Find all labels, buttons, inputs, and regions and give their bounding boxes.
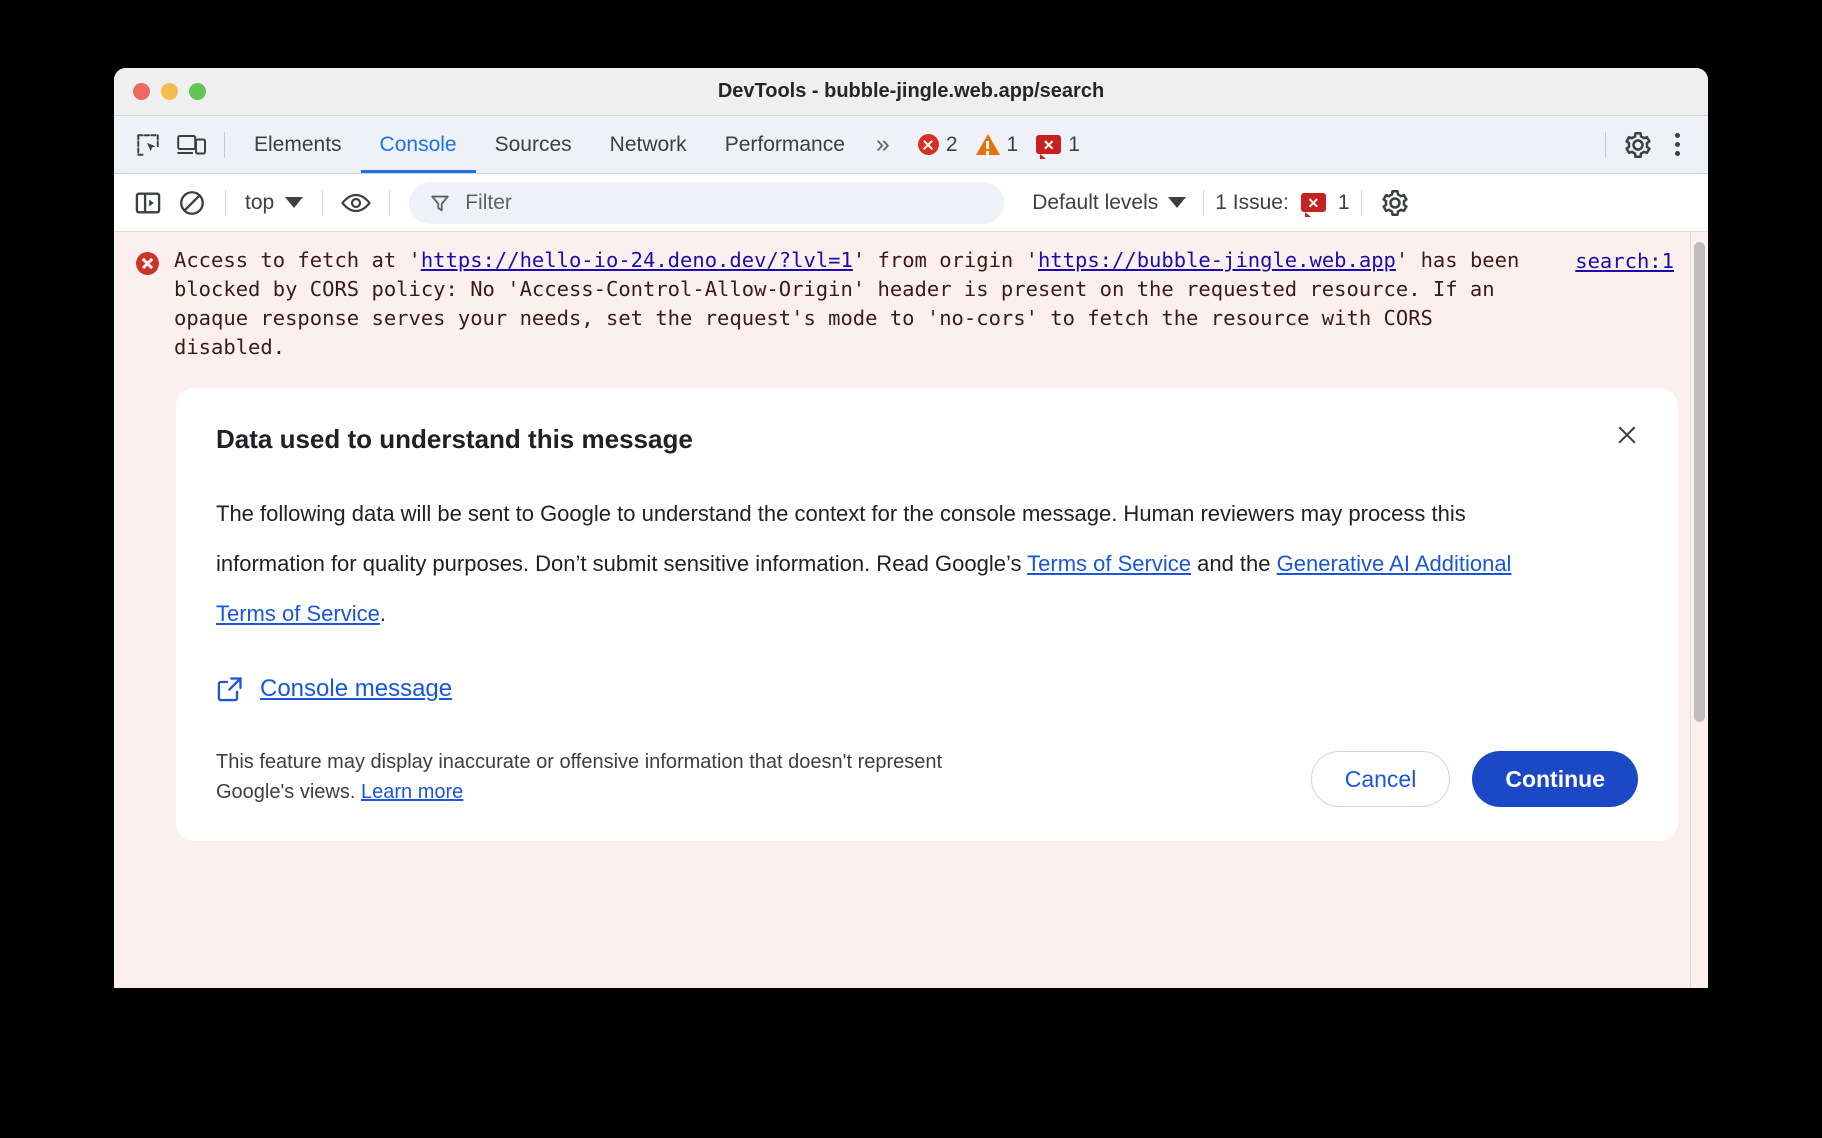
chevron-down-icon (1168, 197, 1186, 208)
dialog-disclaimer: This feature may display inaccurate or o… (216, 747, 1006, 807)
issue-icon: ✕ (1301, 193, 1326, 212)
error-icon (918, 134, 939, 155)
tab-performance[interactable]: Performance (706, 116, 864, 173)
error-count-badge[interactable]: 2 (909, 133, 967, 157)
live-expression-icon[interactable] (334, 183, 378, 223)
execution-context-select[interactable]: top (237, 191, 311, 215)
console-message-part2: ' from origin ' (853, 248, 1038, 272)
dialog-title: Data used to understand this message (216, 424, 1638, 455)
console-message-link-url-2[interactable]: https://bubble-jingle.web.app (1038, 248, 1396, 272)
more-tabs-icon[interactable]: » (864, 130, 899, 159)
clear-console-icon[interactable] (170, 183, 214, 223)
chevron-down-icon (285, 197, 303, 208)
status-badges: 2 1 ✕ 1 (909, 133, 1089, 157)
devtools-tabbar: Elements Console Sources Network Perform… (114, 116, 1708, 174)
tab-console[interactable]: Console (361, 116, 476, 173)
window-titlebar: DevTools - bubble-jingle.web.app/search (114, 68, 1708, 116)
console-message-source-link[interactable]: search:1 (1575, 249, 1674, 273)
console-message-text: Access to fetch at 'https://hello-io-24.… (174, 246, 1530, 362)
close-window-button[interactable] (133, 83, 150, 100)
tab-network[interactable]: Network (591, 116, 706, 173)
search-input[interactable]: Filter (409, 182, 1004, 224)
search-input-placeholder: Filter (465, 191, 512, 215)
window-traffic-lights (133, 83, 206, 100)
console-message-disclosure-label: Console message (260, 675, 452, 703)
error-icon (136, 252, 159, 275)
continue-button[interactable]: Continue (1472, 751, 1638, 807)
tabbar-divider (224, 132, 225, 158)
terms-of-service-link[interactable]: Terms of Service (1027, 551, 1191, 576)
issues-count: 1 (1338, 191, 1350, 215)
dialog-body-text: The following data will be sent to Googl… (216, 489, 1566, 639)
tabbar-right-actions (1595, 125, 1694, 165)
minimize-window-button[interactable] (161, 83, 178, 100)
issue-icon: ✕ (1036, 135, 1061, 154)
console-message-row[interactable]: search:1 Access to fetch at 'https://hel… (114, 232, 1708, 370)
tabbar-divider-right (1605, 132, 1606, 158)
show-console-sidebar-icon[interactable] (126, 183, 170, 223)
dialog-body-part3: . (380, 601, 386, 626)
filterbar-divider-2 (322, 190, 323, 216)
filter-icon (429, 192, 451, 214)
log-levels-select[interactable]: Default levels (1026, 191, 1192, 215)
warning-icon (976, 134, 1000, 155)
console-scrollbar-thumb[interactable] (1694, 242, 1705, 722)
external-link-icon (216, 675, 244, 703)
devtools-window: DevTools - bubble-jingle.web.app/search … (114, 68, 1708, 988)
window-title: DevTools - bubble-jingle.web.app/search (114, 80, 1708, 103)
gear-icon[interactable] (1616, 125, 1660, 165)
tab-sources[interactable]: Sources (476, 116, 591, 173)
tab-elements[interactable]: Elements (235, 116, 361, 173)
disclaimer-text: This feature may display inaccurate or o… (216, 751, 942, 803)
console-filter-toolbar: top Filter Default levels 1 Issue: ✕ 1 (114, 174, 1708, 232)
console-scrollbar[interactable] (1690, 232, 1708, 988)
log-levels-label: Default levels (1032, 191, 1158, 215)
cancel-button[interactable]: Cancel (1311, 751, 1451, 807)
console-panel: search:1 Access to fetch at 'https://hel… (114, 232, 1708, 988)
console-message-disclosure-link[interactable]: Console message (216, 675, 452, 703)
kebab-menu-icon[interactable] (1660, 125, 1694, 165)
maximize-window-button[interactable] (189, 83, 206, 100)
gear-icon[interactable] (1373, 183, 1417, 223)
console-message-part1: Access to fetch at ' (174, 248, 421, 272)
filterbar-divider-5 (1361, 190, 1362, 216)
dialog-footer: This feature may display inaccurate or o… (216, 747, 1638, 807)
device-toolbar-icon[interactable] (170, 125, 214, 165)
close-icon[interactable] (1610, 418, 1644, 452)
dialog-button-row: Cancel Continue (1311, 747, 1638, 807)
filterbar-divider-4 (1203, 190, 1204, 216)
console-message-link-url-1[interactable]: https://hello-io-24.deno.dev/?lvl=1 (421, 248, 853, 272)
inspect-element-icon[interactable] (126, 125, 170, 165)
error-count: 2 (946, 133, 958, 157)
learn-more-link[interactable]: Learn more (361, 781, 463, 803)
issue-count: 1 (1068, 133, 1080, 157)
data-disclosure-dialog: Data used to understand this message The… (176, 388, 1678, 841)
filterbar-divider-1 (225, 190, 226, 216)
execution-context-label: top (245, 191, 274, 215)
issues-label: 1 Issue: (1215, 191, 1289, 215)
filterbar-divider-3 (389, 190, 390, 216)
warning-count-badge[interactable]: 1 (967, 133, 1028, 157)
issues-summary[interactable]: 1 Issue: ✕ 1 (1215, 191, 1349, 215)
warning-count: 1 (1007, 133, 1019, 157)
issue-count-badge[interactable]: ✕ 1 (1027, 133, 1089, 157)
dialog-body-part2: and the (1191, 551, 1277, 576)
